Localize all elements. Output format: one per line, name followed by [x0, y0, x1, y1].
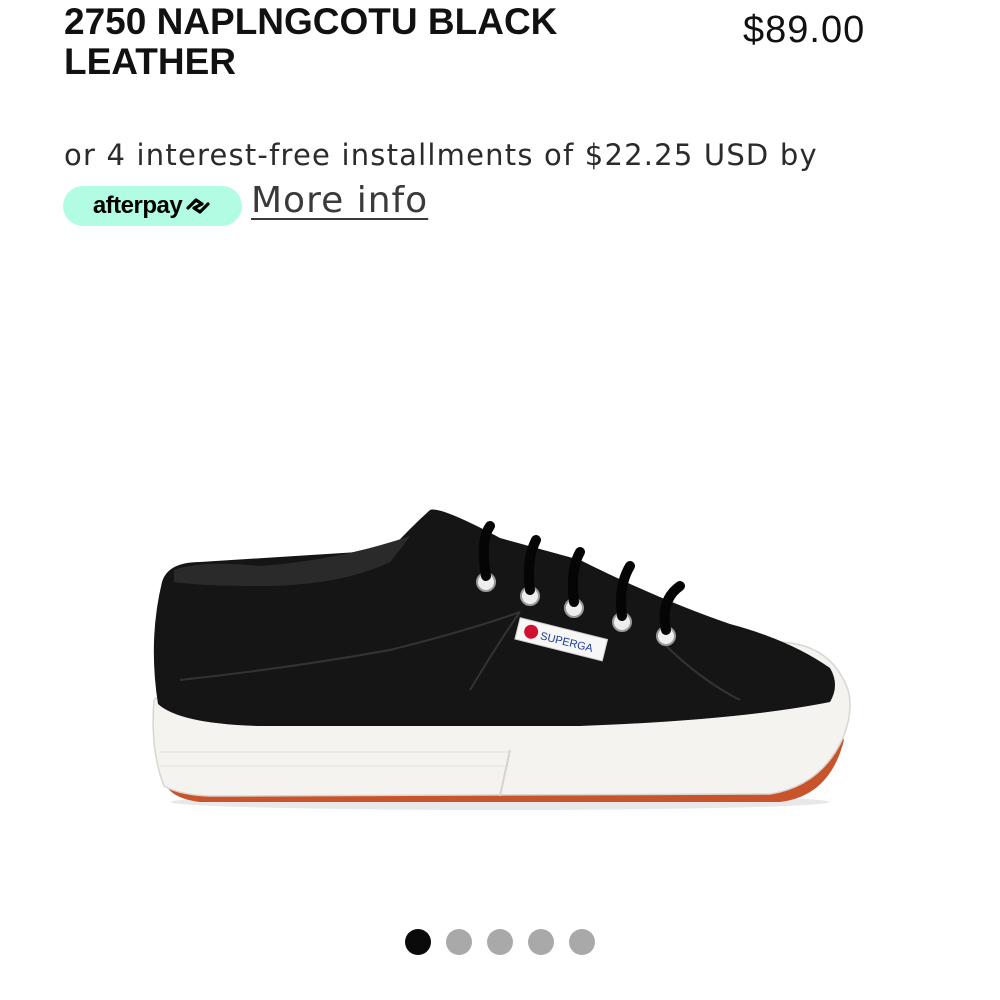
carousel-dot-3[interactable]	[487, 929, 513, 955]
afterpay-brand-label: afterpay	[92, 192, 183, 219]
more-info-link[interactable]: More info	[251, 178, 428, 224]
product-price: $89.00	[743, 9, 866, 51]
carousel-dot-1[interactable]	[405, 929, 431, 955]
image-carousel-dots	[405, 929, 595, 955]
afterpay-logo-icon	[184, 195, 212, 217]
product-image: SUPERGA	[140, 490, 860, 820]
product-title: 2750 NAPLNGCOTU BLACK LEATHER	[64, 1, 558, 82]
afterpay-installments-text: or 4 interest-free installments of $22.2…	[64, 138, 818, 172]
carousel-dot-4[interactable]	[528, 929, 554, 955]
afterpay-badge[interactable]: afterpay	[63, 186, 242, 226]
carousel-dot-2[interactable]	[446, 929, 472, 955]
carousel-dot-5[interactable]	[569, 929, 595, 955]
